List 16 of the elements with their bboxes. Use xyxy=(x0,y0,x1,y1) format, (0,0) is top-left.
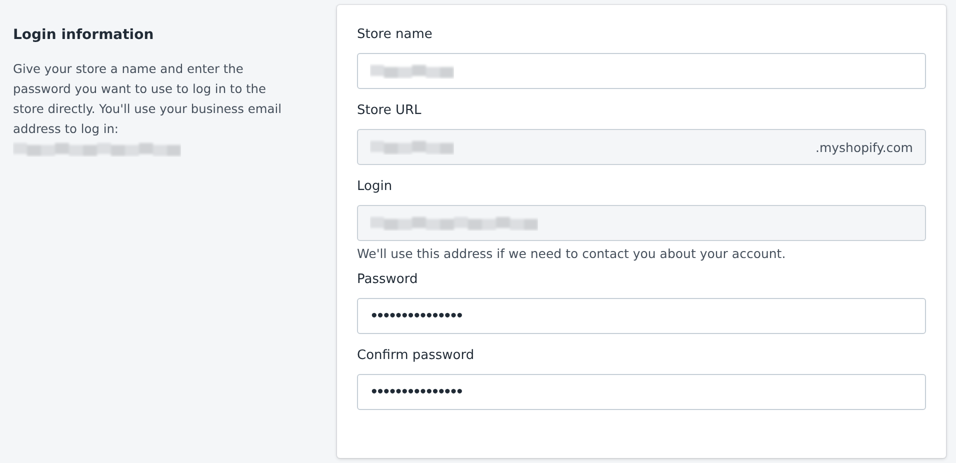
password-value: ••••••••••••••• xyxy=(370,384,462,400)
url-suffix: .myshopify.com xyxy=(815,140,913,154)
help-text: We'll use this address if we need to contact you about your account. xyxy=(357,246,787,262)
section-title: Login information xyxy=(13,27,155,43)
field-label: Login xyxy=(357,179,394,195)
field-label: Confirm password xyxy=(357,348,476,364)
input-field[interactable] xyxy=(357,53,926,89)
field-label: Password xyxy=(357,272,419,288)
input-field[interactable] xyxy=(357,205,926,241)
input-field[interactable]: ••••••••••••••• xyxy=(357,374,926,410)
field-label: Store name xyxy=(357,27,434,43)
input-field[interactable]: ••••••••••••••• xyxy=(357,298,926,334)
section-description: Give your store a name and enter the password you want to use to log in to the store directly. You'll use your business email address to log in: xyxy=(13,61,282,138)
field-label: Store URL xyxy=(357,103,422,119)
password-value: ••••••••••••••• xyxy=(370,308,462,324)
input-field[interactable]: .myshopify.com xyxy=(357,129,926,165)
